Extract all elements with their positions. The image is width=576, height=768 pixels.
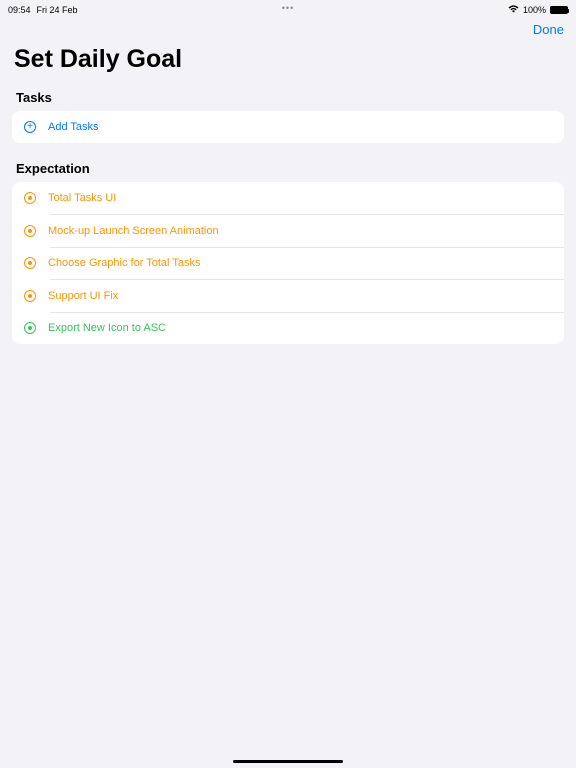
status-date: Fri 24 Feb [37, 5, 78, 15]
done-button[interactable]: Done [533, 22, 564, 37]
tasks-list: Add Tasks [12, 111, 564, 143]
list-item[interactable]: Export New Icon to ASC [12, 312, 564, 344]
task-status-icon [24, 192, 36, 204]
expectation-section-header: Expectation [0, 155, 576, 182]
list-item[interactable]: Choose Graphic for Total Tasks [12, 247, 564, 279]
expectation-list: Total Tasks UI Mock-up Launch Screen Ani… [12, 182, 564, 344]
status-bar: 09:54 Fri 24 Feb ••• 100% [0, 0, 576, 16]
list-item[interactable]: Support UI Fix [12, 280, 564, 312]
battery-icon [550, 6, 568, 14]
task-label: Mock-up Launch Screen Animation [48, 225, 219, 237]
status-left: 09:54 Fri 24 Feb [8, 5, 78, 15]
task-status-icon [24, 322, 36, 334]
list-item[interactable]: Mock-up Launch Screen Animation [12, 215, 564, 247]
status-right: 100% [508, 5, 568, 15]
tasks-section-header: Tasks [0, 84, 576, 111]
home-indicator[interactable] [233, 760, 343, 763]
list-item[interactable]: Total Tasks UI [12, 182, 564, 214]
nav-bar: Done [0, 16, 576, 37]
status-center-dots: ••• [282, 3, 294, 13]
page-title: Set Daily Goal [0, 37, 576, 84]
task-label: Total Tasks UI [48, 192, 116, 204]
task-status-icon [24, 290, 36, 302]
task-label: Choose Graphic for Total Tasks [48, 257, 200, 269]
task-label: Export New Icon to ASC [48, 322, 166, 334]
task-status-icon [24, 225, 36, 237]
add-icon [24, 121, 36, 133]
status-time: 09:54 [8, 5, 31, 15]
add-tasks-label: Add Tasks [48, 121, 99, 133]
task-label: Support UI Fix [48, 290, 118, 302]
add-tasks-row[interactable]: Add Tasks [12, 111, 564, 143]
task-status-icon [24, 257, 36, 269]
wifi-icon [508, 5, 519, 15]
battery-percentage: 100% [523, 5, 546, 15]
